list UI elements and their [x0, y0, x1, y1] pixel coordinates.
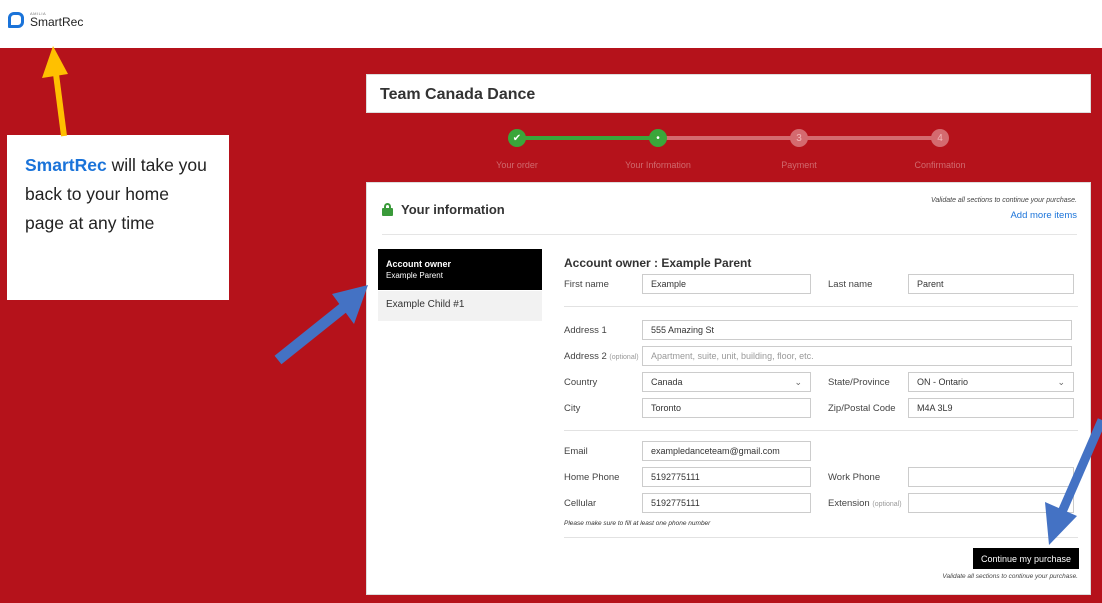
add-more-items-link[interactable]: Add more items — [1010, 210, 1077, 221]
card-divider — [382, 234, 1077, 235]
step-2-label: Your Information — [625, 160, 691, 170]
form-divider-1 — [564, 306, 1078, 307]
first-name-field[interactable]: Example — [642, 274, 811, 294]
chevron-down-icon: ⌄ — [794, 377, 802, 387]
address1-field[interactable]: 555 Amazing St — [642, 320, 1072, 340]
address1-label: Address 1 — [564, 325, 607, 336]
form-divider-3 — [564, 537, 1078, 538]
phone-note: Please make sure to fill at least one ph… — [564, 520, 711, 527]
smartrec-logo[interactable]: AMILIA SmartRec — [8, 12, 83, 28]
card-header: Your information — [382, 202, 505, 217]
checkout-stepper: ✔ • 3 4 Your order Your Information Paym… — [366, 124, 1091, 176]
card-title: Your information — [401, 202, 505, 217]
step-2-current-icon: • — [649, 129, 667, 147]
extension-label: Extension (optional) — [828, 498, 902, 509]
step-4-label: Confirmation — [914, 160, 966, 170]
zip-label: Zip/Postal Code — [828, 403, 896, 414]
smartrec-logo-icon — [8, 12, 24, 28]
address2-field[interactable]: Apartment, suite, unit, building, floor,… — [642, 346, 1072, 366]
sidebar-item-title: Account owner — [386, 259, 452, 269]
sidebar-item-account-owner[interactable]: Account owner Example Parent — [378, 249, 542, 290]
lock-icon — [382, 203, 393, 216]
extension-label-text: Extension — [828, 498, 870, 509]
country-label: Country — [564, 377, 598, 388]
logo-brand-text: SmartRec — [30, 15, 84, 29]
state-label: State/Province — [828, 377, 890, 388]
validate-note-bottom: Validate all sections to continue your p… — [942, 573, 1078, 580]
validate-note-top: Validate all sections to continue your p… — [930, 197, 1077, 204]
program-title-bar: Team Canada Dance — [366, 74, 1091, 113]
country-value: Canada — [651, 377, 683, 387]
cellular-field[interactable]: 5192775111 — [642, 493, 811, 513]
step-3-label: Payment — [781, 160, 817, 170]
step-4-dot: 4 — [931, 129, 949, 147]
email-field[interactable]: exampledanceteam@gmail.com — [642, 441, 811, 461]
email-label: Email — [564, 446, 588, 457]
address2-label: Address 2 (optional) — [564, 351, 639, 362]
step-1-label: Your order — [496, 160, 538, 170]
form-title: Account owner : Example Parent — [564, 256, 752, 270]
callout-brand: SmartRec — [25, 155, 107, 175]
state-value: ON - Ontario — [917, 377, 969, 387]
continue-purchase-button[interactable]: Continue my purchase — [973, 548, 1079, 569]
address2-optional: (optional) — [609, 354, 639, 361]
work-phone-field[interactable] — [908, 467, 1074, 487]
sidebar-item-child[interactable]: Example Child #1 — [378, 291, 542, 321]
last-name-label: Last name — [828, 279, 873, 290]
chevron-down-icon: ⌄ — [1057, 377, 1065, 387]
home-phone-field[interactable]: 5192775111 — [642, 467, 811, 487]
step-1-check-icon: ✔ — [508, 129, 526, 147]
form-divider-2 — [564, 430, 1078, 431]
last-name-field[interactable]: Parent — [908, 274, 1074, 294]
first-name-label: First name — [564, 279, 609, 290]
step-3-dot: 3 — [790, 129, 808, 147]
work-phone-label: Work Phone — [828, 472, 881, 483]
home-phone-label: Home Phone — [564, 472, 620, 483]
extension-field[interactable] — [908, 493, 1074, 513]
zip-field[interactable]: M4A 3L9 — [908, 398, 1074, 418]
cellular-label: Cellular — [564, 498, 597, 509]
extension-optional: (optional) — [872, 501, 902, 508]
step-connector-done — [517, 136, 658, 140]
top-bar: AMILIA SmartRec — [0, 0, 1102, 48]
city-label: City — [564, 403, 581, 414]
program-title: Team Canada Dance — [380, 86, 536, 103]
city-field[interactable]: Toronto — [642, 398, 811, 418]
address2-label-text: Address 2 — [564, 351, 607, 362]
state-select[interactable]: ON - Ontario ⌄ — [908, 372, 1074, 392]
annotation-callout: SmartRec will take you back to your home… — [7, 135, 229, 300]
country-select[interactable]: Canada ⌄ — [642, 372, 811, 392]
sidebar-item-subtitle: Example Parent — [386, 271, 443, 280]
